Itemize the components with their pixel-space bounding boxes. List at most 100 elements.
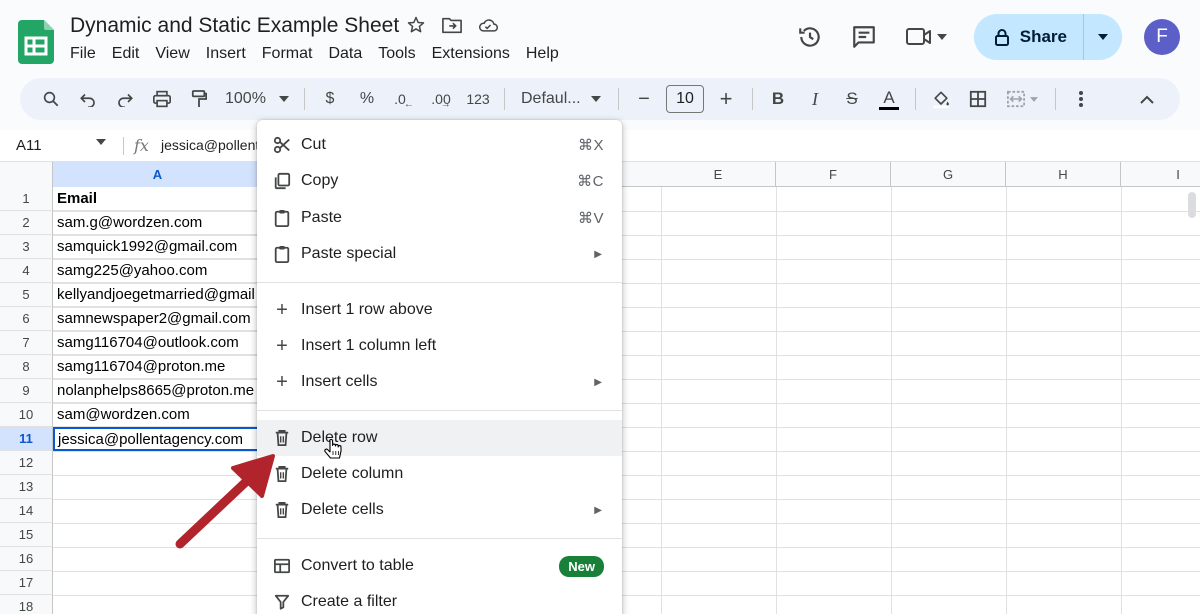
selected-cell[interactable]: jessica@pollentagency.com xyxy=(53,427,259,451)
column-header-f[interactable]: F xyxy=(776,162,891,187)
menu-item-insert-row[interactable]: + Insert 1 row above xyxy=(257,292,622,328)
decrease-font-size-button[interactable]: − xyxy=(629,83,659,115)
trash-icon xyxy=(271,499,293,521)
menu-item-copy[interactable]: Copy ⌘C xyxy=(257,163,622,199)
row-header[interactable]: 7 xyxy=(0,331,53,355)
menu-data[interactable]: Data xyxy=(328,43,369,65)
menu-file[interactable]: File xyxy=(70,43,103,65)
share-dropdown-button[interactable] xyxy=(1084,14,1122,60)
fill-color-icon[interactable] xyxy=(926,83,956,115)
cell-header-email[interactable]: Email xyxy=(53,187,257,211)
row-header[interactable]: 3 xyxy=(0,235,53,259)
menu-item-delete-row[interactable]: Delete row xyxy=(257,420,622,456)
strikethrough-button[interactable]: S xyxy=(837,83,867,115)
menu-insert[interactable]: Insert xyxy=(206,43,253,65)
menu-item-convert-to-table[interactable]: Convert to table New xyxy=(257,548,622,584)
row-header[interactable]: 14 xyxy=(0,499,53,523)
font-size-input[interactable]: 10 xyxy=(666,85,704,113)
cell[interactable]: kellyandjoegetmarried@gmail xyxy=(53,283,257,307)
comments-icon[interactable] xyxy=(844,17,884,57)
column-header-a[interactable]: A xyxy=(53,162,263,187)
row-header[interactable]: 2 xyxy=(0,211,53,235)
borders-icon[interactable] xyxy=(963,83,993,115)
decrease-decimal-button[interactable]: .0 ← xyxy=(389,83,419,115)
plus-icon: + xyxy=(276,370,288,393)
search-menus-icon[interactable] xyxy=(36,83,66,115)
row-header[interactable]: 15 xyxy=(0,523,53,547)
grid-line xyxy=(53,547,1200,548)
row-header[interactable]: 5 xyxy=(0,283,53,307)
cell[interactable]: sam.g@wordzen.com xyxy=(53,211,257,235)
print-icon[interactable] xyxy=(147,83,177,115)
sheets-logo[interactable] xyxy=(18,20,58,64)
cell[interactable]: samquick1992@gmail.com xyxy=(53,235,257,259)
grid-line xyxy=(776,187,777,614)
row-header[interactable]: 16 xyxy=(0,547,53,571)
meet-camera-icon[interactable] xyxy=(898,17,954,57)
name-box[interactable]: A11 xyxy=(16,137,42,154)
row-header[interactable]: 18 xyxy=(0,595,53,614)
chevron-down-icon[interactable] xyxy=(96,139,106,145)
menu-view[interactable]: View xyxy=(155,43,196,65)
menu-item-delete-column[interactable]: Delete column xyxy=(257,456,622,492)
column-header-i[interactable]: I xyxy=(1121,162,1200,187)
italic-button[interactable]: I xyxy=(800,83,830,115)
redo-icon[interactable] xyxy=(110,83,140,115)
formula-input[interactable]: jessica@pollent xyxy=(161,137,259,153)
cell[interactable]: sam@wordzen.com xyxy=(53,403,257,427)
column-header-e[interactable]: E xyxy=(661,162,776,187)
more-formats-button[interactable]: 123 xyxy=(463,83,493,115)
row-header[interactable]: 12 xyxy=(0,451,53,475)
percent-format-button[interactable]: % xyxy=(352,83,382,115)
column-header-g[interactable]: G xyxy=(891,162,1006,187)
cell[interactable]: samnewspaper2@gmail.com xyxy=(53,307,257,331)
paint-format-icon[interactable] xyxy=(184,83,214,115)
menu-item-insert-column[interactable]: + Insert 1 column left xyxy=(257,328,622,364)
bold-button[interactable]: B xyxy=(763,83,793,115)
menu-item-delete-cells[interactable]: Delete cells ▶ xyxy=(257,492,622,528)
undo-icon[interactable] xyxy=(73,83,103,115)
menu-edit[interactable]: Edit xyxy=(112,43,147,65)
cell[interactable]: nolanphelps8665@proton.me xyxy=(53,379,257,403)
row-header[interactable]: 8 xyxy=(0,355,53,379)
row-header[interactable]: 4 xyxy=(0,259,53,283)
increase-decimal-button[interactable]: .00 → xyxy=(426,83,456,115)
share-button[interactable]: Share xyxy=(974,14,1084,60)
row-header[interactable]: 10 xyxy=(0,403,53,427)
text-color-button[interactable]: A xyxy=(874,83,904,115)
move-folder-icon[interactable] xyxy=(441,14,463,36)
row-header[interactable]: 6 xyxy=(0,307,53,331)
star-icon[interactable] xyxy=(405,14,427,36)
cloud-saved-icon[interactable] xyxy=(477,14,499,36)
cell[interactable]: samg116704@proton.me xyxy=(53,355,257,379)
menu-item-create-filter[interactable]: Create a filter xyxy=(257,584,622,614)
row-header[interactable]: 1 xyxy=(0,187,53,211)
row-header[interactable]: 13 xyxy=(0,475,53,499)
menu-item-cut[interactable]: Cut ⌘X xyxy=(257,127,622,163)
cell[interactable]: samg116704@outlook.com xyxy=(53,331,257,355)
menu-help[interactable]: Help xyxy=(526,43,566,65)
row-header[interactable]: 17 xyxy=(0,571,53,595)
currency-format-button[interactable]: $ xyxy=(315,83,345,115)
increase-font-size-button[interactable]: + xyxy=(711,83,741,115)
font-select[interactable]: Defaul... xyxy=(515,83,607,115)
version-history-icon[interactable] xyxy=(790,17,830,57)
collapse-menus-icon[interactable] xyxy=(1132,83,1162,115)
select-all-corner[interactable] xyxy=(0,162,53,187)
merge-cells-icon[interactable] xyxy=(1000,83,1044,115)
vertical-scrollbar[interactable] xyxy=(1188,192,1196,218)
column-header-h[interactable]: H xyxy=(1006,162,1121,187)
cell[interactable]: samg225@yahoo.com xyxy=(53,259,257,283)
row-header[interactable]: 9 xyxy=(0,379,53,403)
zoom-select[interactable]: 100% xyxy=(221,83,293,115)
document-title[interactable]: Dynamic and Static Example Sheet xyxy=(70,14,399,38)
avatar[interactable]: F xyxy=(1144,19,1180,55)
menu-item-paste[interactable]: Paste ⌘V xyxy=(257,200,622,236)
menu-extensions[interactable]: Extensions xyxy=(432,43,517,65)
menu-item-paste-special[interactable]: Paste special ▶ xyxy=(257,236,622,272)
menu-tools[interactable]: Tools xyxy=(378,43,422,65)
menu-format[interactable]: Format xyxy=(262,43,320,65)
more-vert-icon[interactable] xyxy=(1066,83,1096,115)
row-header-selected[interactable]: 11 xyxy=(0,427,53,451)
menu-item-insert-cells[interactable]: + Insert cells ▶ xyxy=(257,364,622,400)
